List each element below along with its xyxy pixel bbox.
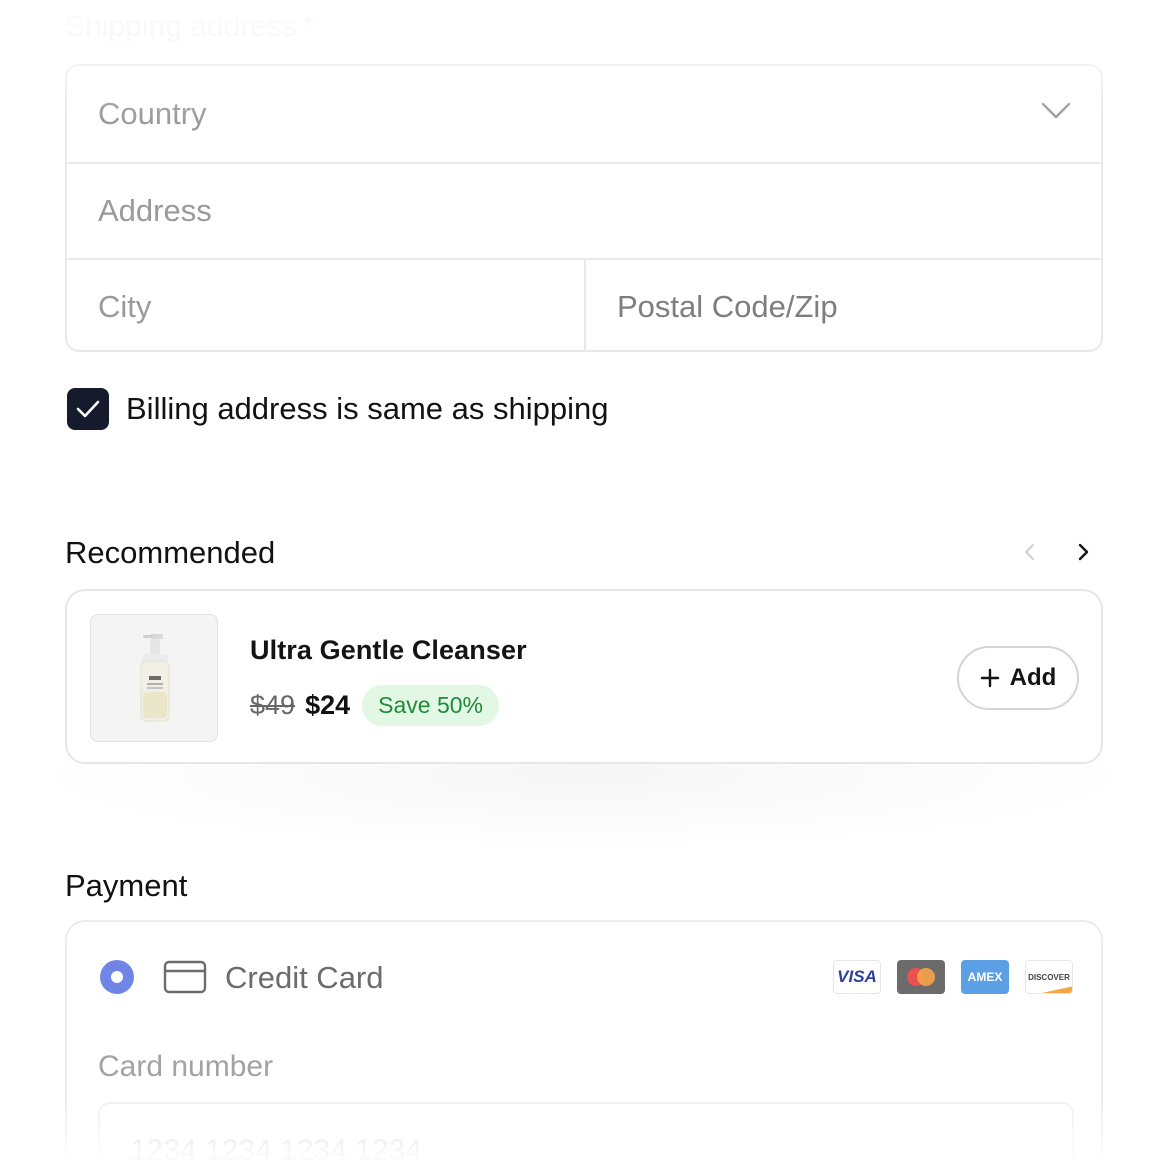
price-row: $49 $24 Save 50%: [250, 684, 499, 726]
payment-method-card: Credit Card VISA AMEX DISCOVER Card numb…: [65, 920, 1103, 1176]
postal-code-placeholder: Postal Code/Zip: [617, 289, 838, 324]
required-mark: *: [302, 10, 315, 43]
cleanser-bottle-icon: [140, 634, 170, 722]
shipping-address-group: Country Address City Postal Code/Zip: [65, 64, 1103, 352]
billing-label: Billing address is same as shipping: [126, 391, 609, 426]
recommended-product-card: Ultra Gentle Cleanser $49 $24 Save 50% A…: [65, 589, 1103, 764]
country-placeholder: Country: [98, 96, 207, 131]
country-select[interactable]: Country: [67, 66, 1101, 162]
checkout-page: Shipping address * Country Address City P…: [0, 0, 1176, 1176]
discount-badge: Save 50%: [362, 684, 499, 726]
card-number-placeholder: 1234 1234 1234 1234: [130, 1134, 422, 1167]
amex-text: AMEX: [967, 969, 1003, 984]
credit-card-radio[interactable]: [100, 960, 134, 994]
city-postal-row: City Postal Code/Zip: [67, 258, 1101, 350]
carousel-prev-button[interactable]: [1015, 538, 1043, 566]
card-number-label: Card number: [98, 1050, 274, 1083]
billing-same-as-shipping: Billing address is same as shipping: [67, 388, 608, 430]
visa-logo-icon: VISA: [833, 960, 881, 994]
original-price: $49: [250, 689, 296, 720]
payment-title: Payment: [65, 868, 188, 903]
chevron-left-icon: [1025, 544, 1034, 560]
payment-method-label[interactable]: Credit Card: [225, 960, 384, 996]
city-field[interactable]: City: [67, 260, 584, 350]
mastercard-logo-icon: [897, 960, 945, 994]
product-name[interactable]: Ultra Gentle Cleanser: [250, 635, 527, 666]
card-number-input[interactable]: 1234 1234 1234 1234: [98, 1102, 1074, 1176]
sale-price: $24: [305, 689, 351, 720]
credit-card-icon: [163, 960, 207, 994]
address-field[interactable]: Address: [67, 162, 1101, 258]
city-placeholder: City: [98, 289, 152, 324]
discover-logo-icon: DISCOVER: [1025, 960, 1073, 994]
chevron-down-icon: [1041, 102, 1071, 119]
shipping-heading-text: Shipping address: [65, 10, 297, 43]
shipping-heading: Shipping address *: [65, 10, 315, 44]
recommended-title: Recommended: [65, 535, 276, 570]
address-placeholder: Address: [98, 193, 212, 228]
billing-checkbox[interactable]: [67, 388, 109, 430]
card-brands: VISA AMEX DISCOVER: [833, 960, 1073, 994]
amex-logo-icon: AMEX: [961, 960, 1009, 994]
add-product-button[interactable]: Add: [957, 646, 1079, 710]
discover-text: DISCOVER: [1028, 972, 1070, 982]
checkmark-icon: [76, 400, 100, 418]
add-button-label: Add: [1009, 664, 1057, 691]
plus-icon: [980, 668, 999, 688]
postal-code-field[interactable]: Postal Code/Zip: [584, 260, 1101, 350]
carousel-next-button[interactable]: [1070, 538, 1098, 566]
product-thumbnail: [90, 614, 218, 742]
chevron-right-icon: [1078, 543, 1089, 561]
radio-dot: [111, 971, 123, 983]
